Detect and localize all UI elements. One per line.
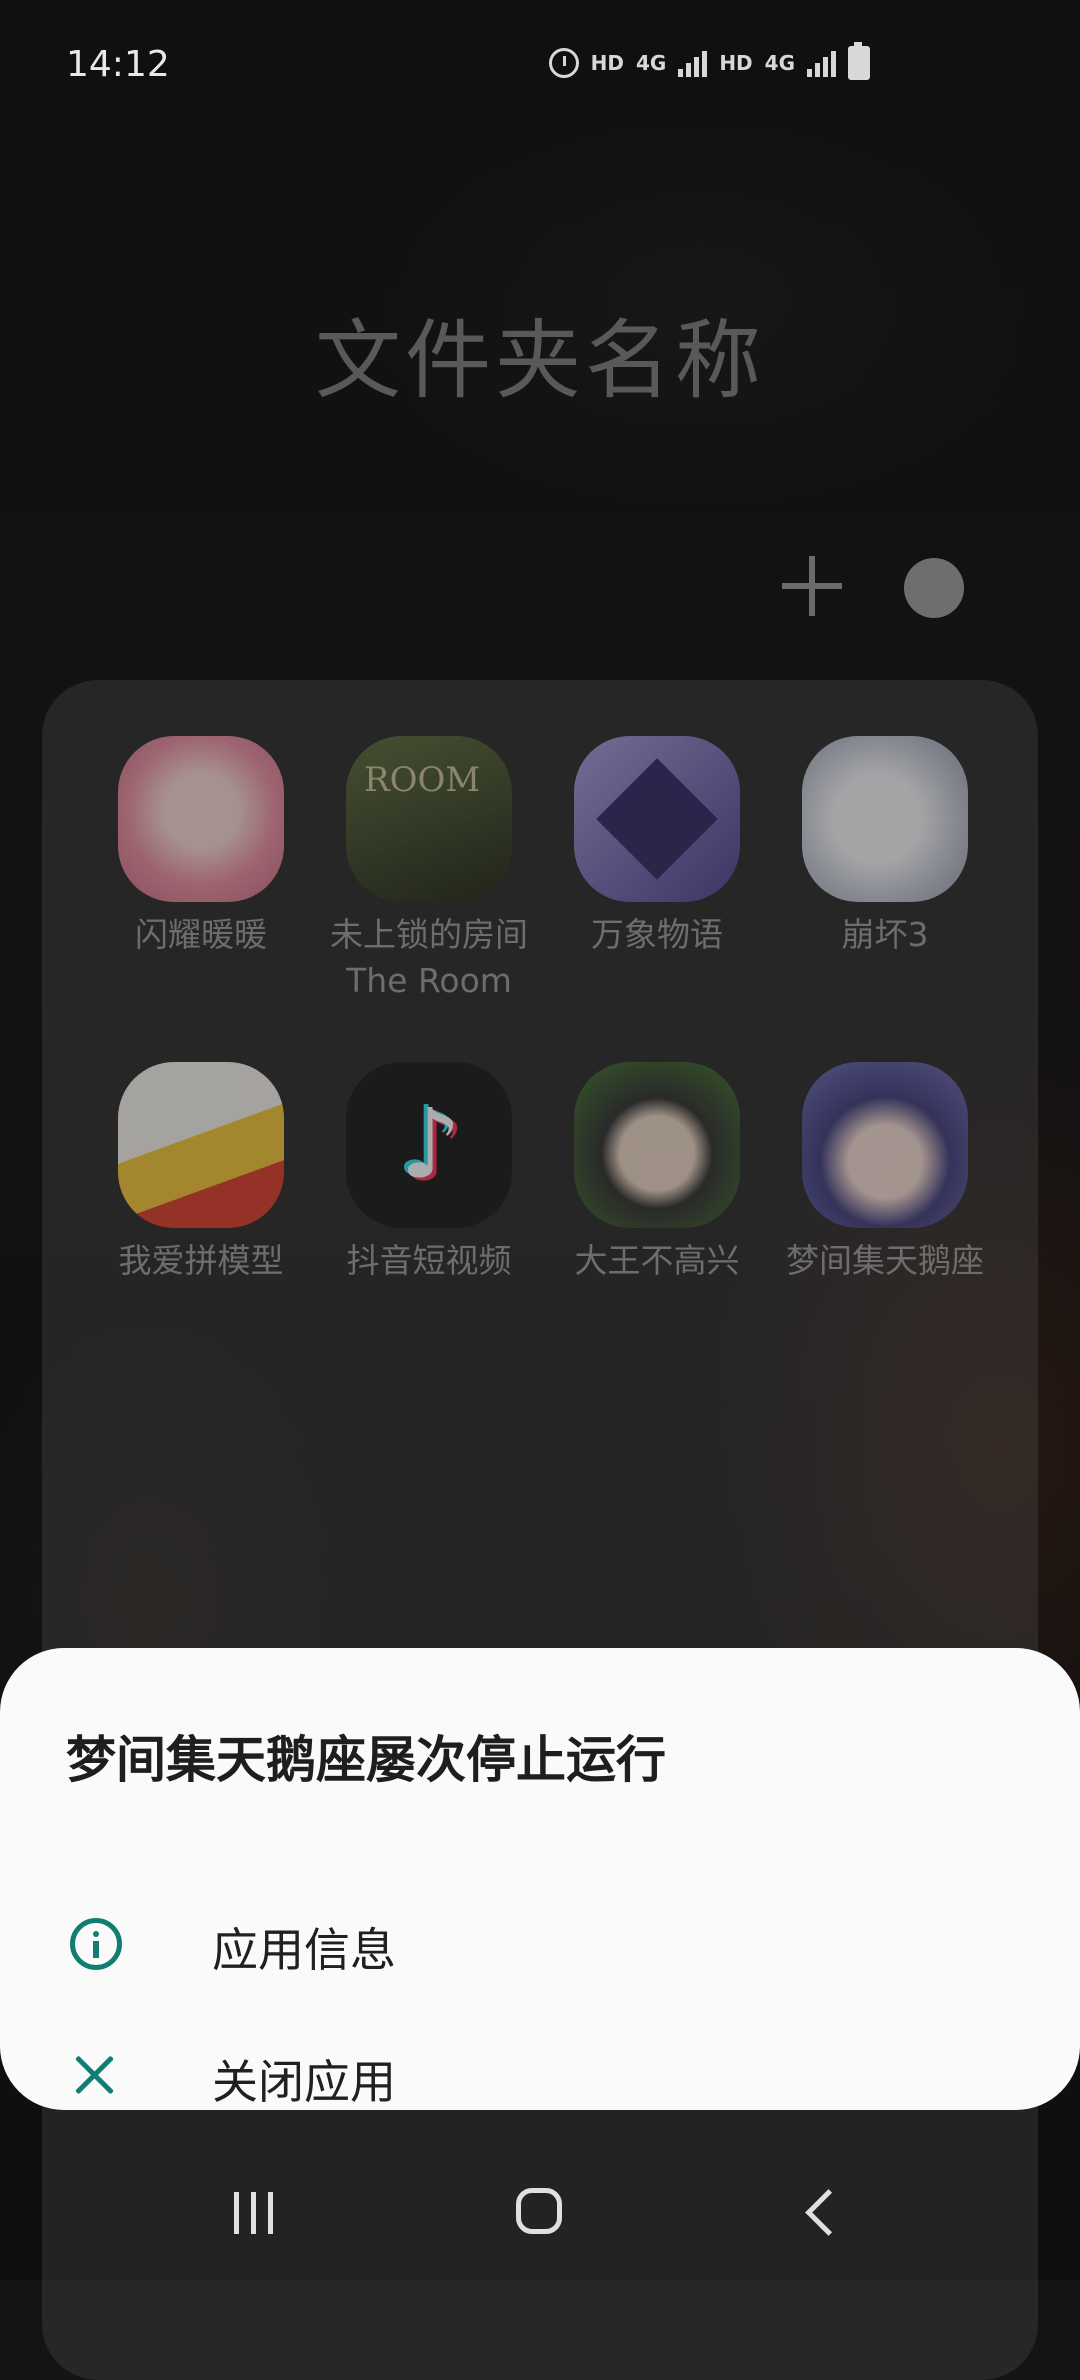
close-app-label: 关闭应用 (212, 2055, 396, 2109)
signal-icon (678, 49, 708, 77)
hd-label-1: HD (590, 51, 624, 75)
folder-color-button[interactable] (904, 558, 964, 618)
app-shining-nikki[interactable]: 闪耀暖暖 (86, 736, 316, 958)
app-label: 我爱拼模型 (118, 1241, 284, 1280)
alarm-icon (548, 48, 579, 78)
model-builder-icon (118, 1062, 284, 1228)
king-unhappy-icon (574, 1062, 740, 1228)
douyin-icon: ♪ (346, 1062, 512, 1228)
app-sdorica[interactable]: 万象物语 (542, 736, 772, 958)
dream-collection-icon (802, 1062, 968, 1228)
app-honkai[interactable]: 崩坏3 (770, 736, 1000, 958)
app-dream-collection[interactable]: 梦间集天鹅座 (770, 1062, 1000, 1284)
the-room-icon: ROOM (346, 736, 512, 902)
app-king-unhappy[interactable]: 大王不高兴 (542, 1062, 772, 1284)
sdorica-icon (574, 736, 740, 902)
honkai-impact-icon (802, 736, 968, 902)
signal-icon-2 (807, 49, 836, 77)
home-button[interactable] (516, 2188, 562, 2234)
app-info-button[interactable]: 应用信息 (0, 1888, 1080, 1998)
recent-apps-button[interactable] (234, 2192, 284, 2234)
4g-label-2: 4G (764, 51, 795, 75)
4g-label-1: 4G (635, 51, 667, 75)
folder-title[interactable]: 文件夹名称 (0, 290, 1080, 415)
shining-nikki-icon (118, 736, 284, 902)
dialog-title: 梦间集天鹅座屡次停止运行 (66, 1731, 666, 1789)
app-douyin[interactable]: ♪ 抖音短视频 (314, 1062, 544, 1284)
app-label: 大王不高兴 (574, 1241, 740, 1280)
hd-label-2: HD (719, 51, 753, 75)
status-time: 14:12 (66, 44, 170, 85)
status-bar: 14:12 HD 4G HD 4G (0, 0, 1080, 140)
app-label: 抖音短视频 (346, 1241, 512, 1280)
info-icon (70, 1918, 122, 1970)
add-app-button[interactable] (778, 552, 846, 620)
app-label: 崩坏3 (841, 915, 929, 954)
app-crash-dialog: 梦间集天鹅座屡次停止运行 应用信息 关闭应用 (0, 1648, 1080, 2110)
app-label: 闪耀暖暖 (135, 915, 267, 954)
battery-icon (848, 42, 870, 80)
app-info-label: 应用信息 (212, 1923, 396, 1977)
navigation-bar (0, 2140, 1080, 2280)
app-label: 梦间集天鹅座 (786, 1241, 984, 1280)
app-model-builder[interactable]: 我爱拼模型 (86, 1062, 316, 1284)
app-label: 未上锁的房间 The Room (330, 915, 528, 1000)
app-label: 万象物语 (591, 915, 723, 954)
close-icon (74, 2054, 116, 2096)
close-app-button[interactable]: 关闭应用 (0, 2020, 1080, 2130)
app-the-room[interactable]: ROOM 未上锁的房间 The Room (314, 736, 544, 1004)
back-button[interactable] (805, 2189, 852, 2236)
status-icons: HD 4G HD 4G (548, 42, 870, 80)
